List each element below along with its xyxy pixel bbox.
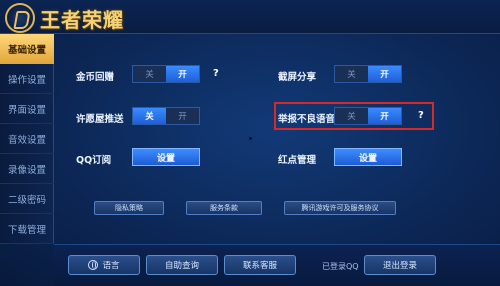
sidebar-item-replay-settings[interactable]: 录像设置 — [0, 154, 54, 184]
privacy-policy-link[interactable]: 隐私策略 — [94, 201, 164, 215]
wish-push-on[interactable]: 开 — [166, 108, 199, 124]
language-button[interactable]: 语言 — [68, 255, 140, 275]
coin-gift-off[interactable]: 关 — [133, 66, 166, 82]
report-voice-help-icon[interactable]: ? — [418, 110, 424, 121]
license-agreement-link[interactable]: 腾讯游戏许可及服务协议 — [284, 201, 396, 215]
wish-push-off[interactable]: 关 — [133, 108, 166, 124]
coin-gift-label: 金币回赠 — [76, 72, 115, 83]
wish-push-toggle[interactable]: 关 开 — [132, 107, 200, 125]
sidebar-item-control-settings[interactable]: 操作设置 — [0, 64, 54, 94]
sidebar-item-basic-settings[interactable]: 基础设置 — [0, 34, 54, 64]
logout-button[interactable]: 退出登录 — [364, 255, 436, 275]
red-dot-label: 红点管理 — [278, 155, 317, 166]
logged-in-status: 已登录QQ — [322, 262, 359, 271]
globe-icon — [88, 260, 99, 270]
sidebar-item-secondary-password[interactable]: 二级密码 — [0, 184, 54, 214]
game-logo-icon — [5, 3, 35, 33]
sidebar-item-sound-settings[interactable]: 音效设置 — [0, 124, 54, 154]
sidebar-item-ui-settings[interactable]: 界面设置 — [0, 94, 54, 124]
sidebar-item-download-manager[interactable]: 下载管理 — [0, 214, 54, 244]
report-voice-off[interactable]: 关 — [335, 108, 368, 124]
report-voice-toggle[interactable]: 关 开 — [334, 107, 402, 125]
bottom-bar: 语言 自助查询 联系客服 已登录QQ 退出登录 — [54, 244, 500, 286]
screenshot-share-off[interactable]: 关 — [335, 66, 368, 82]
language-label: 语言 — [102, 261, 120, 271]
self-query-button[interactable]: 自助查询 — [146, 255, 218, 275]
wish-push-label: 许愿屋推送 — [76, 114, 124, 125]
coin-gift-help-icon[interactable]: ? — [213, 68, 219, 79]
cursor-dot — [249, 137, 252, 140]
contact-support-button[interactable]: 联系客服 — [224, 255, 296, 275]
top-bar: 王者荣耀 — [0, 0, 500, 34]
qq-subscribe-settings-button[interactable]: 设置 — [132, 148, 200, 166]
terms-of-service-link[interactable]: 服务条款 — [186, 201, 262, 215]
settings-window: 王者荣耀 基础设置 操作设置 界面设置 音效设置 录像设置 二级密码 下载管理 … — [0, 0, 500, 286]
report-voice-on[interactable]: 开 — [368, 108, 401, 124]
screenshot-share-toggle[interactable]: 关 开 — [334, 65, 402, 83]
settings-sidebar: 基础设置 操作设置 界面设置 音效设置 录像设置 二级密码 下载管理 — [0, 34, 54, 244]
red-dot-settings-button[interactable]: 设置 — [334, 148, 402, 166]
coin-gift-toggle[interactable]: 关 开 — [132, 65, 200, 83]
screenshot-share-on[interactable]: 开 — [368, 66, 401, 82]
qq-subscribe-label: QQ订阅 — [76, 155, 112, 166]
coin-gift-on[interactable]: 开 — [166, 66, 199, 82]
report-voice-label: 举报不良语音 — [278, 114, 336, 125]
app-title: 王者荣耀 — [40, 8, 124, 32]
screenshot-share-label: 截屏分享 — [278, 72, 317, 83]
